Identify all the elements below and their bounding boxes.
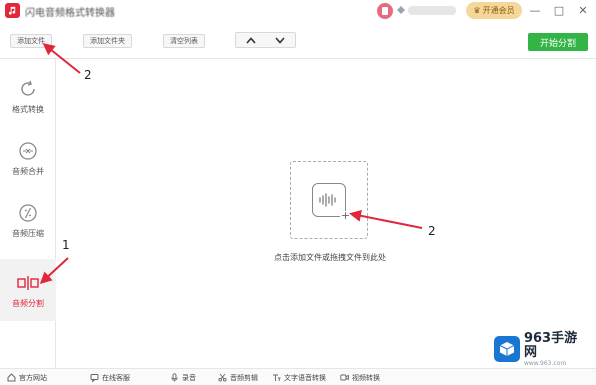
video-icon <box>340 373 349 382</box>
refresh-icon <box>17 78 39 100</box>
audio-editor-link[interactable]: 音频剪辑 <box>218 372 258 383</box>
crown-icon: ♛ <box>473 6 481 15</box>
merge-icon <box>17 140 39 162</box>
sidebar-item-format-convert[interactable]: 格式转换 <box>0 65 56 127</box>
bottom-item-label: 视频转换 <box>352 373 380 382</box>
bottom-item-label: 音频剪辑 <box>230 373 258 382</box>
move-up-button[interactable] <box>236 33 266 47</box>
move-down-button[interactable] <box>266 33 296 47</box>
user-name-redacted <box>408 6 456 15</box>
chat-icon <box>90 373 99 382</box>
annotation-number: 2 <box>428 224 436 238</box>
text-voice-link[interactable]: 文字语音转换 <box>272 372 326 383</box>
app-title: 闪电音频格式转换器 <box>25 8 115 19</box>
bottom-item-label: 官方网站 <box>19 373 47 382</box>
start-split-button[interactable]: 开始分割 <box>528 33 588 51</box>
recorder-link[interactable]: 录音 <box>170 372 196 383</box>
split-icon <box>17 272 39 294</box>
vip-label: 开通会员 <box>482 6 515 15</box>
official-site-link[interactable]: 官方网站 <box>7 372 47 383</box>
user-avatar[interactable] <box>377 3 393 19</box>
sidebar: 格式转换 音频合并 音频压缩 音频分割 <box>0 59 56 368</box>
bottom-item-label: 录音 <box>182 373 196 382</box>
sidebar-item-label: 音频压缩 <box>12 228 44 238</box>
chevron-down-icon <box>275 36 285 44</box>
annotation-number: 1 <box>62 238 70 252</box>
sidebar-item-audio-compress[interactable]: 音频压缩 <box>0 189 56 251</box>
watermark-url: www.963.com <box>523 359 567 367</box>
annotation-number: 2 <box>84 68 92 82</box>
close-button[interactable]: ✕ <box>577 4 589 16</box>
add-folder-button[interactable]: 添加文件夹 <box>83 34 132 48</box>
title-bar: 闪电音频格式转换器 ♛ 开通会员 — □ ✕ <box>0 0 596 22</box>
sidebar-item-audio-merge[interactable]: 音频合并 <box>0 127 56 189</box>
home-icon <box>7 373 16 382</box>
drop-zone[interactable]: + <box>290 161 368 239</box>
toolbar-divider <box>0 58 596 59</box>
scissors-icon <box>218 373 227 382</box>
app-logo-icon <box>5 3 20 18</box>
minimize-button[interactable]: — <box>529 4 541 16</box>
video-convert-link[interactable]: 视频转换 <box>340 372 380 383</box>
drop-hint: 点击添加文件或拖拽文件到此处 <box>274 253 386 262</box>
compress-icon <box>17 202 39 224</box>
plus-icon: + <box>340 209 351 222</box>
bottom-bar: 官方网站 在线客服 录音 音频剪辑 文字语音转换 视频转换 <box>0 368 596 385</box>
clear-list-button[interactable]: 清空列表 <box>163 34 205 48</box>
bottom-item-label: 在线客服 <box>102 373 130 382</box>
toolbar: 添加文件 添加文件夹 清空列表 <box>0 28 596 54</box>
sidebar-item-label: 格式转换 <box>12 104 44 114</box>
mic-icon <box>170 373 179 382</box>
audio-wave-icon: + <box>312 183 351 222</box>
text-voice-icon <box>272 373 281 382</box>
add-files-button[interactable]: 添加文件 <box>10 34 52 48</box>
sidebar-item-audio-split[interactable]: 音频分割 <box>0 259 56 321</box>
sidebar-item-label: 音频合并 <box>12 166 44 176</box>
sidebar-item-label: 音频分割 <box>12 298 44 308</box>
move-arrows <box>235 32 296 48</box>
online-support-link[interactable]: 在线客服 <box>90 372 130 383</box>
cube-logo-icon <box>494 336 520 362</box>
site-watermark: 963手游网 www.963.com <box>494 330 590 367</box>
chevron-up-icon <box>246 36 256 44</box>
maximize-button[interactable]: □ <box>553 4 565 16</box>
vip-button[interactable]: ♛ 开通会员 <box>466 2 522 19</box>
diamond-icon <box>397 6 405 14</box>
bottom-item-label: 文字语音转换 <box>284 373 326 382</box>
watermark-text: 963手游网 <box>523 330 578 360</box>
